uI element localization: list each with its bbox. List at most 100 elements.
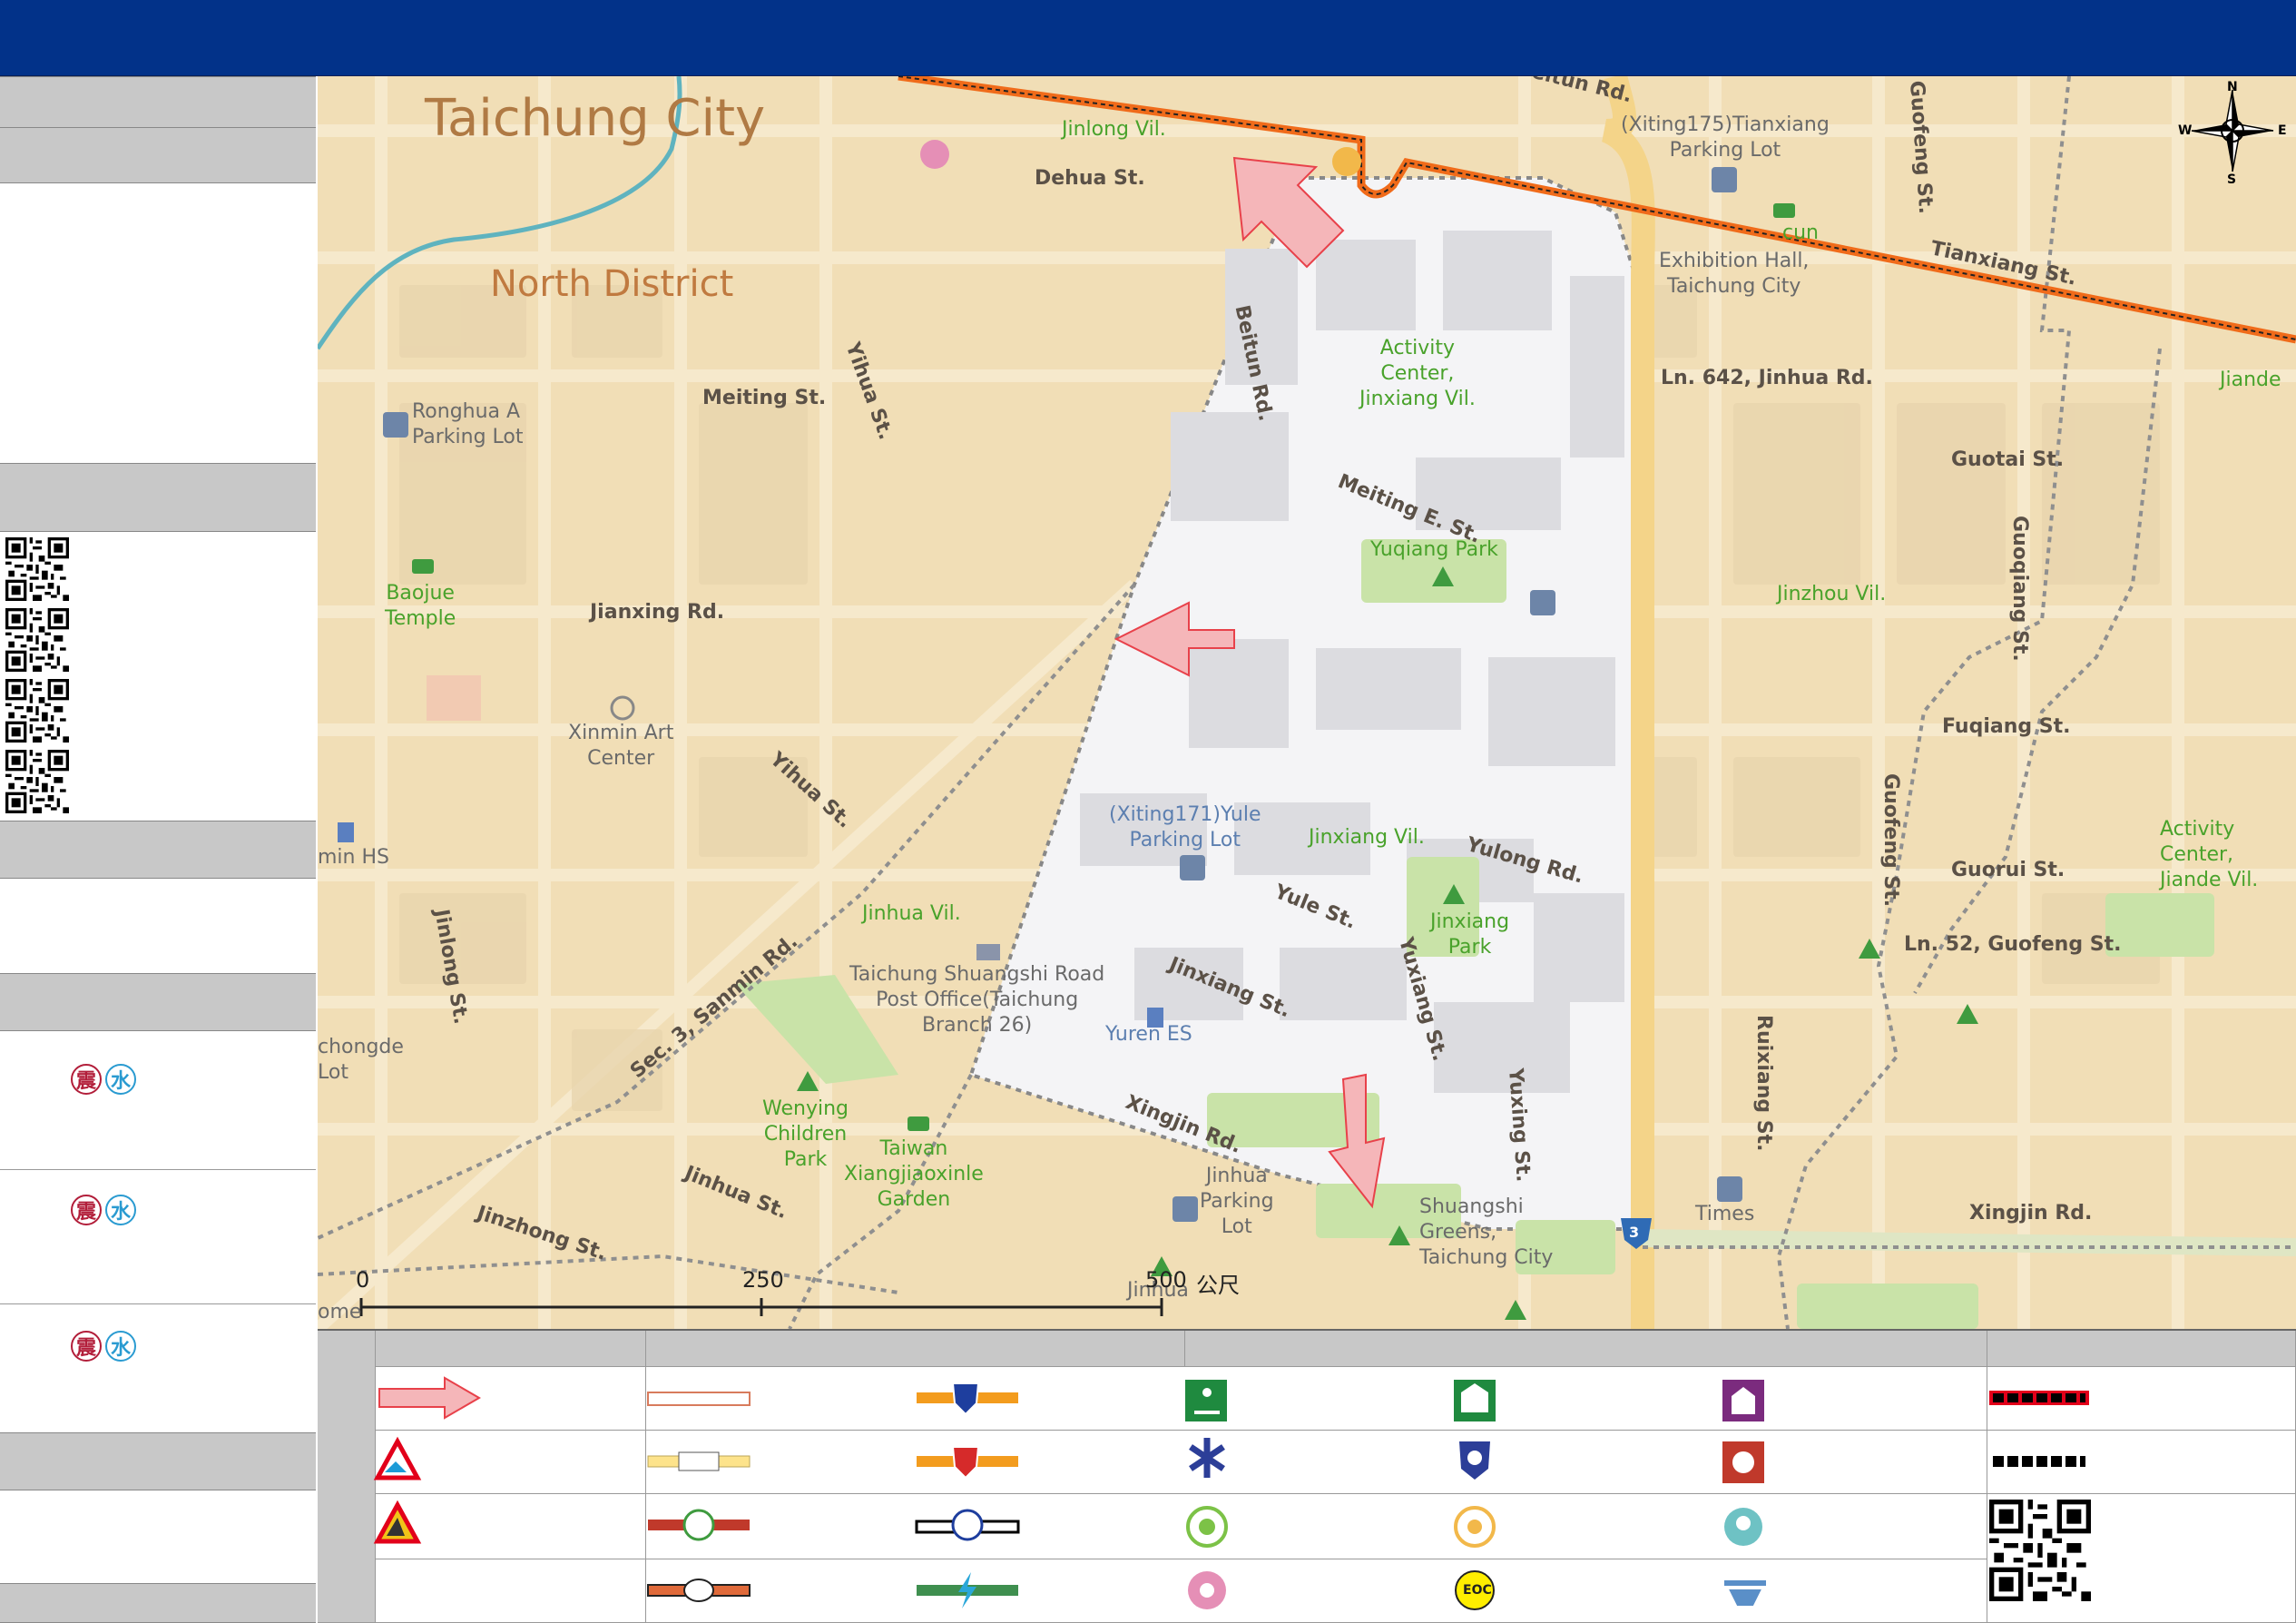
poi-label: (Xiting175)Tianxiang Parking Lot (1621, 113, 1830, 162)
poi-label: Exhibition Hall, Taichung City (1659, 250, 1810, 298)
poi-label: ome (318, 1301, 362, 1323)
scale-tick-250: 250 (742, 1267, 784, 1293)
qr-code-icon[interactable] (5, 750, 69, 813)
senior-map-icon (1332, 147, 1361, 176)
village-label: Jiande (2220, 369, 2281, 391)
child-welfare-icon (1188, 1571, 1226, 1609)
qr-code-icon[interactable] (5, 537, 69, 601)
road-label: Meiting St. (702, 387, 827, 409)
road-label: Guotai St. (1951, 448, 2065, 471)
hazard-badges: 震 水 (71, 1195, 136, 1225)
highway-road-line (647, 1392, 751, 1406)
poi-label: min HS (318, 846, 389, 869)
poi-label: Taiwan Xiangjiaoxinle Garden (844, 1137, 984, 1211)
art-center-icon (610, 695, 635, 721)
road-label: Ln. 52, Guofeng St. (1904, 933, 2122, 956)
sidebar-header-4 (0, 821, 316, 879)
road-label: Fuqiang St. (1942, 715, 2071, 738)
poi-label: Baojue Temple (385, 582, 456, 630)
family-service-icon (1724, 1508, 1762, 1546)
poi-label: Activity Center, Jinxiang Vil. (1359, 337, 1476, 410)
road-label: Ln. 642, Jinhua Rd. (1661, 367, 1873, 389)
qr-code-icon[interactable] (1989, 1500, 2091, 1601)
landslide-warning-icon (373, 1436, 422, 1480)
high-speed-rail-line (917, 1572, 1018, 1608)
post-office-icon (976, 944, 1000, 960)
evacuation-direction-arrow (378, 1376, 481, 1420)
eoc-label: EOC (1463, 1583, 1492, 1598)
sidebar: 震 水 震 水 震 水 (0, 76, 319, 1623)
flood-badge: 水 (105, 1195, 136, 1225)
poi-label: Ronghua A Parking Lot (412, 400, 524, 448)
qr-code-icon[interactable] (5, 608, 69, 672)
township-road-line (647, 1579, 751, 1602)
poi-label: cun (1782, 221, 1819, 244)
county-road-line (648, 1509, 750, 1541)
road-label: Jianxing Rd. (590, 601, 725, 624)
police-icon (1459, 1441, 1490, 1480)
divider (0, 1303, 316, 1304)
compass-south: S (2227, 172, 2237, 187)
city-label: Taichung City (425, 89, 766, 148)
poi-label: Shuangshi Greens, Taichung City (1419, 1195, 1554, 1269)
poi-label: (Xiting171)Yule Parking Lot (1109, 803, 1261, 851)
road-label: Guorui St. (1951, 859, 2065, 881)
scale-tick-0: 0 (356, 1267, 370, 1293)
flood-badge: 水 (105, 1064, 136, 1095)
provincial-road-line (647, 1451, 751, 1471)
shelter-icon (1454, 1380, 1496, 1421)
compass-north: N (2227, 80, 2238, 94)
compass-east: E (2278, 123, 2287, 138)
scale-bar (359, 1298, 1163, 1316)
compass-rose-icon (2191, 89, 2274, 172)
poi-label: Activity Center, Jiande Vil. (2160, 818, 2259, 891)
hazard-badges: 震 水 (71, 1331, 136, 1362)
poi-label: chongde Lot (318, 1036, 404, 1084)
village-label: Jinhua Vil. (862, 902, 961, 925)
medical-emergency-icon (1189, 1438, 1225, 1478)
sidebar-header-5 (0, 973, 316, 1031)
map-canvas[interactable]: Taichung City North District Jinlong Vil… (318, 76, 2296, 1329)
poi-label: Xinmin Art Center (568, 722, 674, 770)
sidebar-header-3 (0, 463, 316, 532)
senior-center-icon (1454, 1506, 1496, 1548)
poi-label: Jinhua Parking Lot (1200, 1165, 1274, 1238)
sidebar-header-2 (0, 127, 316, 183)
sidebar-header-1 (0, 76, 316, 129)
road-label: Xingjin Rd. (1969, 1202, 2093, 1225)
sidebar-header-6 (0, 1432, 316, 1490)
route-shield-label: 3 (1629, 1224, 1640, 1241)
school-icon (338, 822, 354, 842)
road-label: Guofeng St. (1879, 773, 1902, 908)
earthquake-badge: 震 (71, 1064, 102, 1095)
poi-label: Jinxiang Park (1430, 910, 1510, 959)
village-label: Jinlong Vil. (1062, 118, 1166, 141)
temple-area (427, 675, 481, 721)
divider (0, 1169, 316, 1170)
evacuation-site-icon (1185, 1380, 1227, 1421)
hazard-badges: 震 水 (71, 1064, 136, 1095)
scale-tick-500: 500 (1145, 1267, 1187, 1293)
legend-panel: EOC (318, 1329, 2296, 1623)
title-bar (0, 0, 2296, 77)
disabled-welfare-icon (1722, 1380, 1764, 1421)
earthquake-badge: 震 (71, 1195, 102, 1225)
qr-code-icon[interactable] (5, 679, 69, 743)
village-label: Jinxiang Vil. (1309, 826, 1425, 849)
railway-line (915, 1509, 1020, 1541)
sidebar-header-7 (0, 1583, 316, 1623)
earthquake-badge: 震 (71, 1331, 102, 1362)
poi-label: Yuqiang Park (1370, 538, 1498, 561)
poi-label: Taichung Shuangshi Road Post Office(Taic… (849, 963, 1105, 1037)
scale-unit: 公尺 (1196, 1273, 1240, 1298)
poi-label: Yuren ES (1105, 1023, 1192, 1046)
provincial-highway-shield (917, 1446, 1018, 1480)
poi-label: Wenying Children Park (762, 1097, 849, 1171)
debris-flow-warning-icon (373, 1500, 422, 1544)
helicopter-icon (1724, 1580, 1766, 1606)
fire-station-icon (1722, 1441, 1764, 1483)
compass-west: W (2178, 123, 2193, 138)
boundary-red-line (1989, 1391, 2089, 1405)
district-label: North District (490, 263, 734, 305)
road-label: Dehua St. (1035, 167, 1145, 190)
